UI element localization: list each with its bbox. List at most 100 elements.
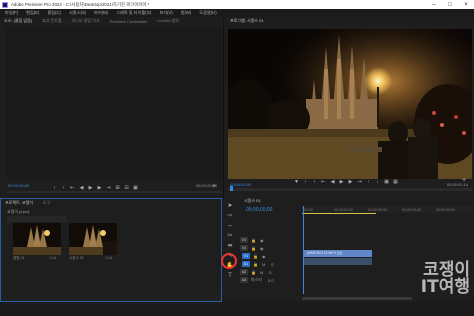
step-back-icon[interactable]: ◀ — [77, 185, 86, 191]
source-add-button-icon[interactable]: + — [212, 183, 216, 190]
eye-icon[interactable]: ◉ — [260, 238, 266, 243]
source-viewer[interactable] — [6, 27, 222, 179]
lock-icon[interactable]: 🔒 — [253, 262, 259, 267]
video-frame-night-cathedral[interactable] — [228, 29, 472, 179]
go-to-in-icon[interactable]: ⇤ — [68, 185, 77, 191]
step-back-icon[interactable]: ◀ — [328, 179, 337, 185]
track-label[interactable]: V1 — [242, 253, 250, 259]
tab-program[interactable]: 프로그램: 시퀀스 01 — [230, 18, 264, 24]
program-timecode[interactable]: 00;00;00;00 — [230, 182, 251, 187]
go-to-out-icon[interactable]: ⇥ — [355, 179, 364, 185]
track-header-a2[interactable]: A2 🔒 M S — [238, 268, 302, 276]
maximize-icon[interactable]: □ — [442, 0, 458, 9]
tab-source[interactable]: 소스: (클립 없음) — [4, 18, 32, 24]
marker-icon[interactable]: ▼ — [292, 179, 301, 185]
project-search-input[interactable] — [7, 216, 67, 222]
work-area-bar[interactable] — [302, 213, 376, 214]
insert-icon[interactable]: ⊞ — [113, 185, 122, 191]
menu-marker[interactable]: 마커(M) — [94, 10, 108, 16]
program-monitor-panel: 프로그램: 시퀀스 01 00;00;00;00 00;00;01;14 — [226, 17, 474, 197]
eye-icon[interactable]: ◉ — [260, 246, 266, 251]
video-clip[interactable]: (MMDD0174.MP4 [V]) — [304, 250, 372, 257]
source-monitor-panel: 소스: (클립 없음) 효과 컨트롤 오디오 클립 믹서 Premiere Cr… — [0, 17, 224, 197]
minimize-icon[interactable]: – — [426, 0, 442, 9]
timeline-timecode[interactable]: 00;00;00;00 — [246, 207, 272, 213]
menu-file[interactable]: 파일(F) — [5, 10, 18, 16]
mark-in-icon[interactable]: ‹ — [301, 179, 310, 185]
title-bar: Adobe Premiere Pro 2022 - C:\사용자\Desktop… — [0, 0, 474, 9]
tab-tools[interactable]: 도구 — [43, 200, 50, 206]
lock-icon[interactable]: 🔒 — [251, 270, 257, 275]
play-icon[interactable]: ▶ — [86, 185, 95, 191]
track-header-a1[interactable]: A1 🔒 M S — [238, 260, 302, 268]
program-playhead[interactable] — [230, 186, 233, 191]
program-add-button-icon[interactable]: + — [462, 177, 466, 184]
export-frame-icon[interactable]: ▣ — [131, 185, 140, 191]
menu-sequence[interactable]: 시퀀스(S) — [69, 10, 86, 16]
track-header-a3[interactable]: A3 마스터 0.0 — [238, 276, 302, 284]
project-panel: 프로젝트: 코쟁이 도구 코쟁이.prproj 클립 01 1;14 시퀀스 0… — [0, 198, 222, 302]
overwrite-icon[interactable]: ⊟ — [122, 185, 131, 191]
timeline-horizontal-scrollbar[interactable] — [302, 297, 412, 300]
video-frame-image — [228, 29, 472, 179]
mark-out-icon[interactable]: › — [310, 179, 319, 185]
menu-help[interactable]: 도움말(H) — [199, 10, 216, 16]
lock-icon[interactable]: 🔒 — [251, 238, 257, 243]
audio-clip[interactable] — [304, 258, 372, 265]
track-label[interactable]: V2 — [240, 245, 248, 251]
lift-icon[interactable]: ↑ — [364, 179, 373, 185]
project-item-thumbnail[interactable] — [69, 223, 117, 255]
tab-effect-controls[interactable]: 효과 컨트롤 — [42, 18, 62, 24]
tab-sequence[interactable]: 시퀀스 01 — [244, 198, 261, 204]
track-select-tool-icon[interactable]: ⇨ — [226, 212, 234, 220]
ruler-tick-label: 00;00;00;00 — [368, 208, 387, 212]
type-tool-icon[interactable]: T — [226, 272, 234, 280]
tab-project[interactable]: 프로젝트: 코쟁이 — [5, 200, 33, 206]
project-item-thumbnail[interactable] — [13, 223, 61, 255]
step-forward-icon[interactable]: ▶ — [95, 185, 104, 191]
tab-credentials[interactable]: Premiere Credentials — [110, 19, 148, 24]
menu-edit[interactable]: 편집(E) — [26, 10, 39, 16]
menu-view[interactable]: 보기(V) — [159, 10, 172, 16]
go-to-out-icon[interactable]: ⇥ — [104, 185, 113, 191]
tab-audio-clip-mixer[interactable]: 오디오 클립 믹서 — [72, 18, 100, 24]
ruler-tick-label: 00;00;00;00 — [334, 208, 353, 212]
eye-icon[interactable]: ◉ — [262, 254, 268, 259]
solo-icon[interactable]: S — [271, 262, 277, 267]
mute-icon[interactable]: M — [262, 262, 268, 267]
lock-icon[interactable]: 🔒 — [253, 254, 259, 259]
track-header-v3[interactable]: V3 🔒 ◉ — [238, 236, 302, 244]
menu-graphics[interactable]: 그래픽 및 타이틀(G) — [116, 10, 151, 16]
extract-icon[interactable]: ↓ — [373, 179, 382, 185]
solo-icon[interactable]: S — [269, 270, 275, 275]
clip-thumbnail-image — [13, 223, 61, 255]
tab-lumetri-scopes[interactable]: Lumetri 범위 — [157, 18, 179, 24]
mark-out-icon[interactable]: › — [59, 185, 68, 191]
razor-tool-icon[interactable]: ✂ — [226, 232, 234, 240]
close-icon[interactable]: × — [458, 0, 474, 9]
go-to-in-icon[interactable]: ⇤ — [319, 179, 328, 185]
timeline-playhead[interactable] — [303, 206, 304, 294]
menu-window[interactable]: 창(W) — [181, 10, 192, 16]
master-value[interactable]: 0.0 — [268, 278, 278, 283]
step-forward-icon[interactable]: ▶ — [346, 179, 355, 185]
play-icon[interactable]: ▶ — [337, 179, 346, 185]
selection-tool-icon[interactable]: ➤ — [226, 202, 234, 210]
ripple-edit-tool-icon[interactable]: ⇔ — [226, 222, 234, 230]
mute-icon[interactable]: M — [260, 270, 266, 275]
compare-view-icon[interactable]: ▦ — [391, 179, 400, 185]
menu-clip[interactable]: 클립(C) — [47, 10, 61, 16]
source-timecode-in[interactable]: 00;00;00;00 — [8, 183, 29, 188]
program-time-ruler[interactable] — [228, 188, 472, 191]
lock-icon[interactable]: 🔒 — [251, 246, 257, 251]
export-frame-icon[interactable]: ▣ — [382, 179, 391, 185]
source-time-ruler[interactable] — [6, 191, 222, 193]
track-label[interactable]: A3 — [240, 277, 248, 283]
track-label[interactable]: V3 — [240, 237, 248, 243]
track-label[interactable]: A1 — [242, 261, 250, 267]
track-label[interactable]: A2 — [240, 269, 248, 275]
mark-in-icon[interactable]: ‹ — [50, 185, 59, 191]
track-header-v1[interactable]: V1 🔒 ◉ — [238, 252, 302, 260]
track-header-v2[interactable]: V2 🔒 ◉ — [238, 244, 302, 252]
slip-tool-icon[interactable]: ⇼ — [226, 242, 234, 250]
